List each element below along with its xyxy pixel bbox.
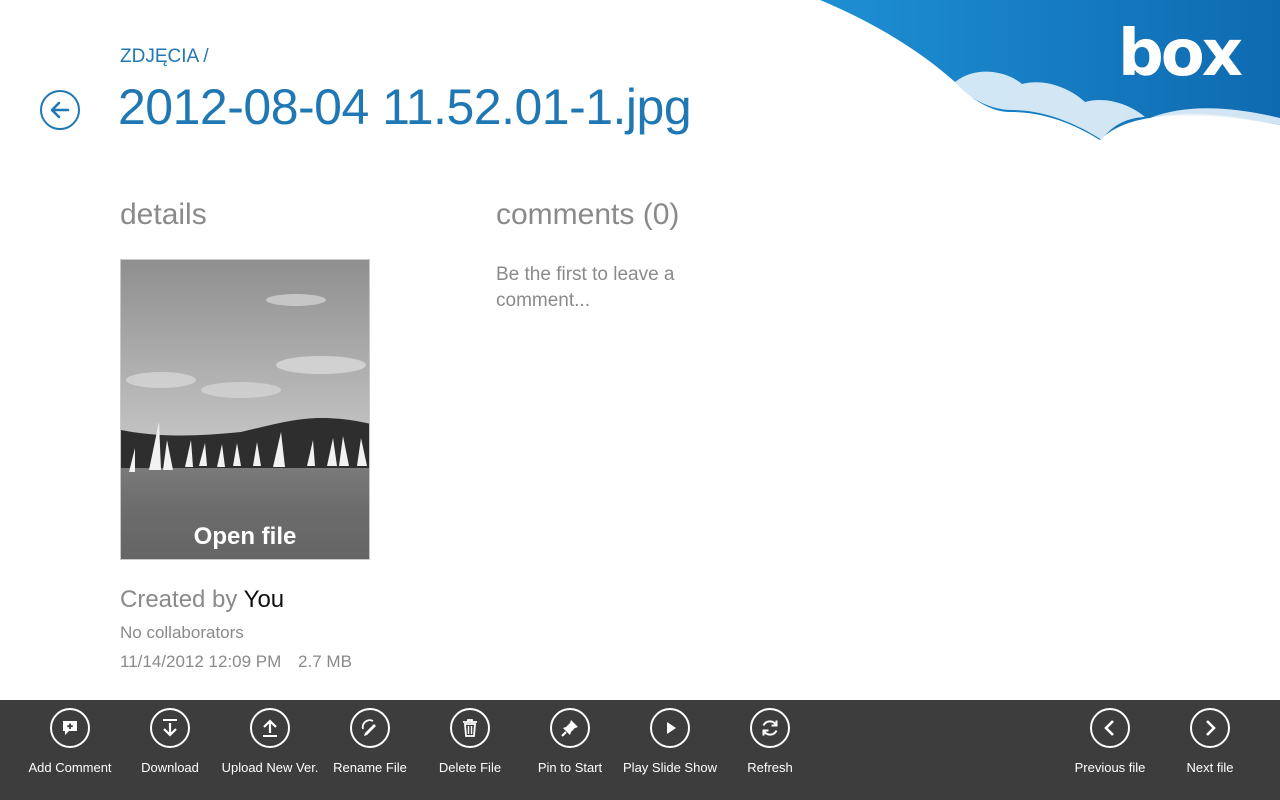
photo-preview: [121, 260, 369, 559]
add-comment-button[interactable]: Add Comment: [20, 708, 120, 775]
file-thumbnail[interactable]: Open file: [120, 259, 370, 560]
play-icon: [650, 708, 690, 748]
chevron-left-icon: [1090, 708, 1130, 748]
rename-file-label: Rename File: [333, 760, 407, 775]
trash-icon: [450, 708, 490, 748]
previous-file-label: Previous file: [1074, 760, 1146, 775]
download-icon: [150, 708, 190, 748]
created-by: Created by You: [120, 586, 284, 614]
comment-plus-icon: [50, 708, 90, 748]
play-slide-show-label: Play Slide Show: [623, 760, 717, 775]
delete-file-label: Delete File: [438, 760, 502, 775]
rename-icon: [350, 708, 390, 748]
box-logo: box: [1117, 17, 1243, 91]
chevron-right-icon: [1190, 708, 1230, 748]
collaborators-text: No collaborators: [120, 623, 244, 642]
file-meta: 11/14/2012 12:09 PM 2.7 MB: [120, 652, 352, 672]
upload-new-version-button[interactable]: Upload New Ver.: [220, 708, 320, 775]
file-date: 11/14/2012 12:09 PM: [120, 652, 282, 671]
refresh-button[interactable]: Refresh: [720, 708, 820, 775]
created-by-owner: You: [243, 586, 285, 613]
next-file-button[interactable]: Next file: [1160, 708, 1260, 775]
comments-empty-text: Be the first to leave a comment...: [496, 264, 675, 311]
open-file-label[interactable]: Open file: [121, 523, 369, 551]
pin-icon: [550, 708, 590, 748]
pin-to-start-label: Pin to Start: [537, 760, 603, 775]
next-file-label: Next file: [1186, 760, 1234, 775]
arrow-left-icon: [50, 101, 70, 119]
delete-file-button[interactable]: Delete File: [420, 708, 520, 775]
details-heading: details: [120, 198, 207, 231]
previous-file-button[interactable]: Previous file: [1060, 708, 1160, 775]
file-size: 2.7 MB: [298, 652, 352, 671]
play-slide-show-button[interactable]: Play Slide Show: [620, 708, 720, 775]
pin-to-start-button[interactable]: Pin to Start: [520, 708, 620, 775]
upload-new-version-label: Upload New Ver.: [221, 760, 319, 775]
created-by-prefix: Created by: [120, 586, 238, 613]
breadcrumb[interactable]: ZDJĘCIA /: [120, 46, 209, 68]
upload-icon: [250, 708, 290, 748]
page-title: 2012-08-04 11.52.01-1.jpg: [118, 79, 692, 135]
app-bar: Add Comment Download Upload New Ver. Ren…: [0, 700, 1280, 800]
refresh-icon: [750, 708, 790, 748]
download-button[interactable]: Download: [120, 708, 220, 775]
back-button[interactable]: [40, 90, 80, 130]
comments-heading: comments (0): [496, 198, 680, 231]
add-comment-label: Add Comment: [28, 760, 112, 775]
refresh-label: Refresh: [747, 760, 793, 775]
download-label: Download: [141, 760, 199, 775]
rename-file-button[interactable]: Rename File: [320, 708, 420, 775]
